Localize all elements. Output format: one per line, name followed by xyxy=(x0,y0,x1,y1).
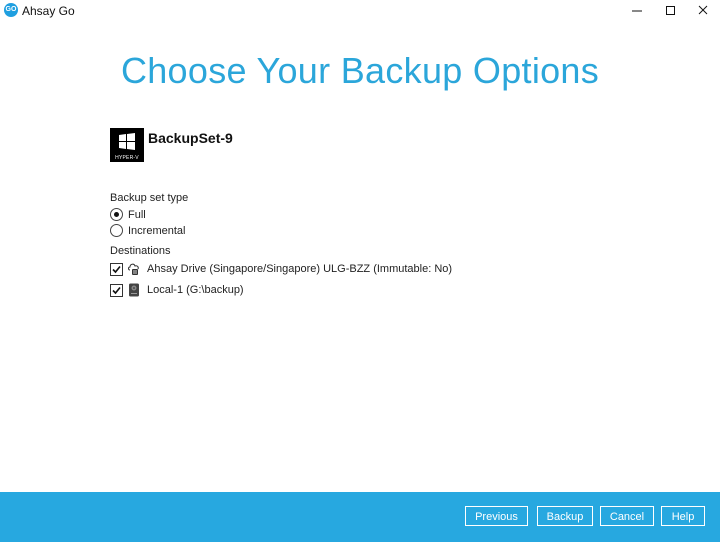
maximize-icon xyxy=(666,6,675,15)
check-icon xyxy=(112,286,121,294)
check-icon xyxy=(112,265,121,273)
radio-incremental-indicator[interactable] xyxy=(110,224,123,237)
page-title: Choose Your Backup Options xyxy=(120,50,600,91)
previous-button[interactable]: Previous xyxy=(465,506,528,526)
backup-set-name: BackupSet-9 xyxy=(148,130,233,146)
cloud-drive-icon xyxy=(128,263,139,275)
destination-ahsay-drive-checkbox[interactable] xyxy=(110,262,123,276)
destinations-label: Destinations xyxy=(110,245,171,257)
close-button[interactable] xyxy=(686,0,720,22)
window-title: Ahsay Go xyxy=(22,4,75,18)
hyper-v-icon: HYPER-V xyxy=(110,128,144,162)
destination-local-label: Local-1 (G:\backup) xyxy=(147,284,244,296)
help-button[interactable]: Help xyxy=(661,506,705,526)
radio-full[interactable]: Full xyxy=(110,208,146,221)
windows-logo-icon xyxy=(119,133,135,150)
local-drive-icon xyxy=(129,283,139,297)
destination-local[interactable]: Local-1 (G:\backup) xyxy=(110,283,244,297)
minimize-button[interactable] xyxy=(620,0,654,22)
destination-ahsay-drive-label: Ahsay Drive (Singapore/Singapore) ULG-BZ… xyxy=(147,263,453,275)
app-logo-icon: GO xyxy=(4,3,18,17)
minimize-icon xyxy=(632,10,642,12)
radio-full-indicator[interactable] xyxy=(110,208,123,221)
maximize-button[interactable] xyxy=(654,0,688,22)
title-bar: GO Ahsay Go xyxy=(0,0,720,22)
close-icon xyxy=(698,5,708,15)
radio-full-label: Full xyxy=(128,208,146,221)
destination-local-checkbox[interactable] xyxy=(110,283,123,297)
cancel-button[interactable]: Cancel xyxy=(600,506,654,526)
radio-incremental-label: Incremental xyxy=(128,224,186,237)
hyper-v-label: HYPER-V xyxy=(115,155,139,161)
backup-button[interactable]: Backup xyxy=(537,506,593,526)
destination-ahsay-drive[interactable]: Ahsay Drive (Singapore/Singapore) ULG-BZ… xyxy=(110,262,452,276)
backup-type-label: Backup set type xyxy=(110,192,189,204)
footer-bar: Previous Backup Cancel Help xyxy=(0,492,720,542)
radio-incremental[interactable]: Incremental xyxy=(110,224,185,237)
